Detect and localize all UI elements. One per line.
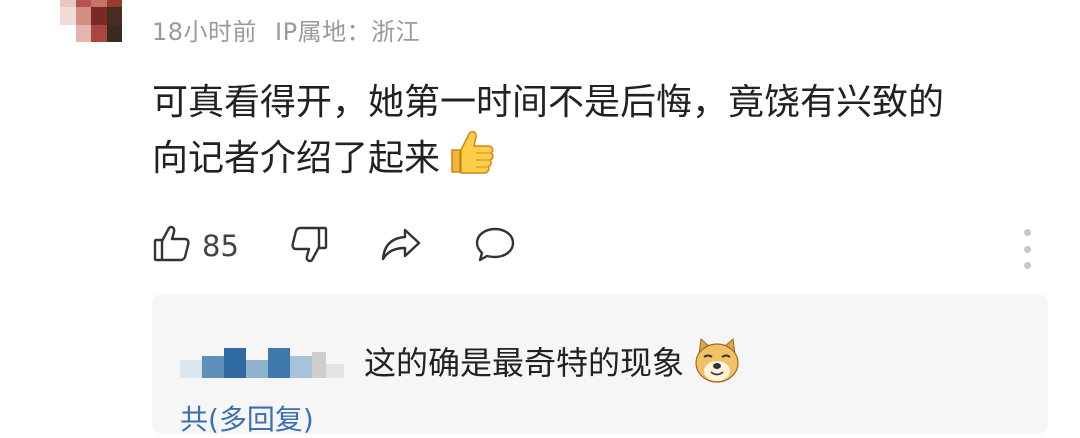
thumbs-down-icon [289,224,329,268]
share-icon [379,224,423,268]
reply-username-mosaic[interactable] [180,342,344,378]
doge-emoji [692,336,742,394]
ip-location: IP属地：浙江 [275,18,421,46]
reply-text-row: 这的确是最奇特的现象 [364,336,742,394]
comment-text-line-1: 可真看得开，她第一时间不是后悔，竟饶有兴致的 [152,82,945,123]
share-button[interactable] [379,224,423,268]
comment-button[interactable] [473,224,517,268]
comment-text-line-2-content: 向记者介绍了起来 [152,138,441,179]
more-vertical-icon[interactable] [1015,229,1039,269]
comment-actions: 85 [152,224,567,268]
thumbs-up-icon [152,224,192,268]
like-button[interactable]: 85 [152,224,239,268]
more-replies-link[interactable]: 共(多回复) [180,398,314,438]
comment-time: 18小时前 [152,18,258,46]
thumbs-up-emoji [446,128,496,190]
comment-icon [473,224,517,268]
reply-box[interactable]: 这的确是最奇特的现象 共(多回复) [152,294,1048,436]
like-count: 85 [202,229,239,263]
comment-text-line-2: 向记者介绍了起来 [152,128,1032,190]
comment-meta: 18小时前 IP属地：浙江 [152,12,420,47]
dislike-button[interactable] [289,224,329,268]
comment-text: 可真看得开，她第一时间不是后悔，竟饶有兴致的 向记者介绍了起来 [152,78,1032,190]
avatar[interactable] [60,0,122,42]
reply-text: 这的确是最奇特的现象 [364,344,685,382]
